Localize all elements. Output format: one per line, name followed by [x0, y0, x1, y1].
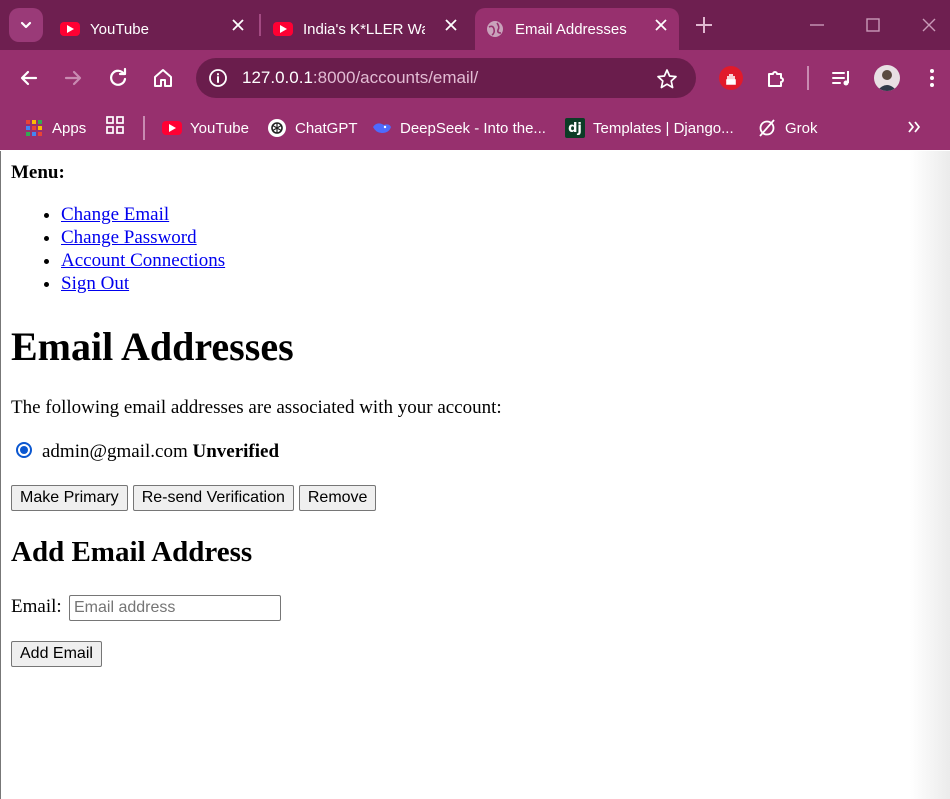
tab-email-addresses[interactable]: Email Addresses: [475, 8, 679, 50]
reload-icon[interactable]: [106, 66, 130, 90]
intro-text: The following email addresses are associ…: [11, 397, 502, 418]
avatar-icon: [877, 70, 897, 91]
bookmark-chatgpt[interactable]: ChatGPT: [267, 116, 358, 140]
youtube-icon: [162, 118, 182, 138]
deepseek-icon: [372, 118, 392, 138]
youtube-icon: [273, 22, 293, 36]
profile-avatar[interactable]: [874, 65, 900, 91]
window-edge: [0, 151, 1, 799]
sign-out-link[interactable]: Sign Out: [61, 273, 129, 294]
menu-item: Change Email: [61, 203, 225, 226]
bookmark-star-icon[interactable]: [656, 68, 678, 90]
bookmarks-divider: [143, 116, 145, 140]
toolbar-divider: [807, 66, 809, 90]
url-text: 127.0.0.1:8000/accounts/email/: [242, 68, 478, 88]
back-arrow-icon[interactable]: [17, 66, 41, 90]
bookmark-django-templates[interactable]: dj Templates | Django...: [565, 116, 734, 140]
tab-title: Email Addresses: [515, 20, 627, 38]
tab-search-button[interactable]: [9, 8, 43, 42]
bookmark-label: ChatGPT: [295, 119, 358, 137]
change-password-link[interactable]: Change Password: [61, 227, 197, 248]
tab-strip: YouTube India's K*LLER War Email Address…: [0, 0, 950, 50]
tab-separator: [259, 14, 261, 36]
site-info-icon[interactable]: [208, 68, 228, 88]
extensions-puzzle-icon[interactable]: [764, 66, 788, 90]
menu-title: Menu:: [11, 162, 65, 183]
media-playlist-icon[interactable]: [830, 66, 854, 90]
change-email-link[interactable]: Change Email: [61, 204, 169, 225]
email-label: Email:: [11, 596, 62, 617]
chatgpt-icon: [267, 118, 287, 138]
address-bar[interactable]: 127.0.0.1:8000/accounts/email/: [196, 58, 696, 98]
bookmark-label: Templates | Django...: [593, 119, 734, 137]
menu-item: Account Connections: [61, 249, 225, 272]
maximize-icon[interactable]: [864, 16, 882, 34]
chevron-down-icon: [20, 21, 32, 29]
url-path: :8000/accounts/email/: [312, 68, 479, 87]
add-email-button[interactable]: Add Email: [11, 641, 102, 667]
bookmark-label: Grok: [785, 119, 818, 137]
more-menu-icon[interactable]: [920, 66, 944, 90]
bookmarks-bar: Apps YouTube ChatGPT DeepSeek - Into the…: [0, 106, 950, 150]
more-bookmarks-chevron-icon[interactable]: [905, 118, 923, 136]
page-content: Menu: Change Email Change Password Accou…: [0, 151, 950, 799]
close-icon[interactable]: [230, 17, 246, 33]
browser-toolbar: 127.0.0.1:8000/accounts/email/: [0, 50, 950, 106]
email-list-item: admin@gmail.com Unverified: [16, 441, 279, 463]
email-radio-button[interactable]: [16, 442, 32, 458]
account-menu: Change Email Change Password Account Con…: [0, 203, 225, 295]
page-edge-shadow: [910, 151, 950, 799]
adblock-extension-icon[interactable]: [719, 66, 743, 90]
new-tab-plus-icon[interactable]: [693, 14, 715, 36]
youtube-icon: [60, 22, 80, 36]
home-icon[interactable]: [151, 66, 175, 90]
bookmark-label: DeepSeek - Into the...: [400, 119, 546, 137]
email-address: admin@gmail.com: [42, 441, 188, 462]
django-icon: dj: [565, 118, 585, 138]
tab-video[interactable]: India's K*LLER War: [263, 8, 469, 50]
close-icon[interactable]: [443, 17, 459, 33]
globe-icon: [487, 21, 503, 37]
make-primary-button[interactable]: Make Primary: [11, 485, 128, 511]
close-window-icon[interactable]: [920, 16, 938, 34]
menu-item: Sign Out: [61, 272, 225, 295]
bookmark-apps[interactable]: Apps: [24, 116, 86, 140]
bookmark-label: Apps: [52, 119, 87, 137]
verification-status: Unverified: [192, 441, 280, 462]
resend-verification-button[interactable]: Re-send Verification: [132, 485, 294, 511]
email-input[interactable]: [69, 595, 281, 621]
tab-youtube[interactable]: YouTube: [50, 8, 256, 50]
tab-title: India's K*LLER War: [303, 20, 425, 38]
email-actions: Make Primary Re-send Verification Remove: [11, 485, 377, 511]
bookmark-grok[interactable]: Grok: [757, 116, 818, 140]
radio-selected-dot: [20, 446, 28, 454]
tab-title: YouTube: [90, 20, 149, 38]
grok-icon: [757, 118, 777, 138]
close-icon[interactable]: [653, 17, 669, 33]
hand-icon: [726, 74, 736, 85]
bookmark-deepseek[interactable]: DeepSeek - Into the...: [372, 116, 546, 140]
bookmark-youtube[interactable]: YouTube: [162, 116, 249, 140]
forward-arrow-icon[interactable]: [61, 66, 85, 90]
page-title: Email Addresses: [11, 324, 294, 369]
bookmark-label: YouTube: [190, 119, 249, 137]
url-host: 127.0.0.1: [242, 68, 313, 87]
apps-grid-icon: [24, 118, 44, 138]
remove-button[interactable]: Remove: [298, 485, 377, 511]
tab-groups-grid-icon[interactable]: [105, 115, 125, 135]
add-email-heading: Add Email Address: [11, 536, 253, 568]
menu-item: Change Password: [61, 226, 225, 249]
account-connections-link[interactable]: Account Connections: [61, 250, 225, 271]
minimize-icon[interactable]: [808, 16, 826, 34]
